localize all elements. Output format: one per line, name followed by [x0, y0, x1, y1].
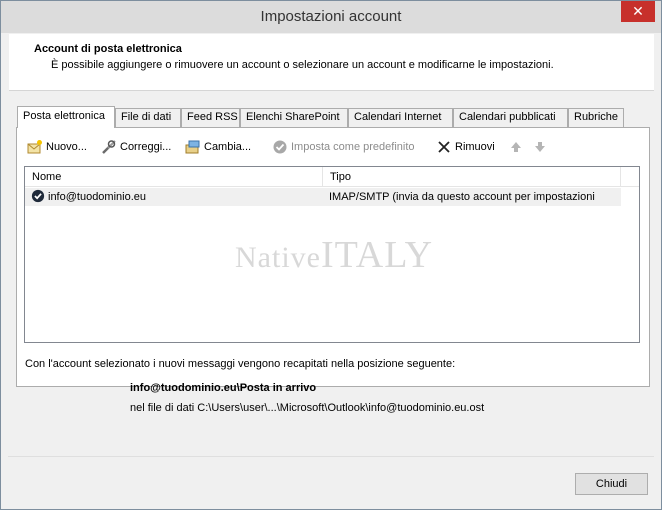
repair-account-label: Correggi... — [120, 141, 172, 153]
tab-elenchi-sharepoint[interactable]: Elenchi SharePoint — [240, 108, 348, 127]
tab-feed-rss[interactable]: Feed RSS — [181, 108, 240, 127]
change-account-button[interactable]: Cambia... — [185, 137, 251, 157]
account-type: IMAP/SMTP (invia da questo account per i… — [329, 191, 595, 203]
arrow-down-icon — [532, 139, 548, 155]
account-name: info@tuodominio.eu — [48, 191, 147, 203]
move-up-button[interactable] — [508, 137, 527, 157]
dialog-content: Account di posta elettronica È possibile… — [8, 33, 654, 503]
watermark-logo: NativeITALY — [235, 234, 434, 276]
list-header: Nome Tipo — [25, 167, 639, 187]
column-header-name[interactable]: Nome — [25, 167, 323, 187]
data-file-path: nel file di dati C:\Users\user\...\Micro… — [130, 402, 485, 414]
dialog-header: Account di posta elettronica È possibile… — [9, 34, 654, 91]
remove-account-button[interactable]: Rimuovi — [436, 137, 495, 157]
new-account-label: Nuovo... — [46, 141, 87, 153]
tab-file-di-dati[interactable]: File di dati — [115, 108, 181, 127]
window-title: Impostazioni account — [260, 8, 402, 25]
tab-calendari-pubblicati[interactable]: Calendari pubblicati — [453, 108, 568, 127]
header-description: È possibile aggiungere o rimuovere un ac… — [51, 59, 554, 71]
window-close-button[interactable]: ✕ — [621, 1, 655, 22]
new-mail-icon — [27, 139, 43, 155]
remove-account-label: Rimuovi — [455, 141, 495, 153]
remove-x-icon — [436, 139, 452, 155]
repair-account-button[interactable]: Correggi... — [101, 137, 171, 157]
tab-rubriche[interactable]: Rubriche — [568, 108, 624, 127]
change-account-label: Cambia... — [204, 141, 252, 153]
column-header-type[interactable]: Tipo — [323, 167, 621, 187]
header-title: Account di posta elettronica — [34, 43, 182, 55]
close-dialog-button[interactable]: Chiudi — [575, 473, 648, 495]
footer-divider — [8, 456, 654, 457]
default-account-check-icon — [31, 189, 47, 207]
tab-posta-elettronica[interactable]: Posta elettronica — [17, 106, 115, 128]
accounts-list: Nome Tipo info@tuodominio.eu IMAP/SMTP (… — [24, 166, 640, 343]
delivery-location-text: Con l'account selezionato i nuovi messag… — [25, 358, 456, 370]
set-default-label: Imposta come predefinito — [291, 141, 415, 153]
set-default-button[interactable]: Imposta come predefinito — [272, 137, 415, 157]
move-down-button[interactable] — [532, 137, 551, 157]
arrow-up-icon — [508, 139, 524, 155]
email-accounts-panel: Nuovo... Correggi... Cambia... Imposta c… — [16, 127, 650, 387]
change-settings-icon — [185, 139, 201, 155]
checkmark-circle-icon — [272, 139, 288, 155]
account-settings-window: Impostazioni account ✕ Account di posta … — [0, 0, 662, 510]
title-bar[interactable]: Impostazioni account ✕ — [1, 1, 661, 33]
tab-calendari-internet[interactable]: Calendari Internet — [348, 108, 453, 127]
delivery-destination: info@tuodominio.eu\Posta in arrivo — [130, 382, 317, 394]
tools-icon — [101, 139, 117, 155]
account-row[interactable]: info@tuodominio.eu IMAP/SMTP (invia da q… — [25, 188, 621, 206]
new-account-button[interactable]: Nuovo... — [27, 137, 87, 157]
